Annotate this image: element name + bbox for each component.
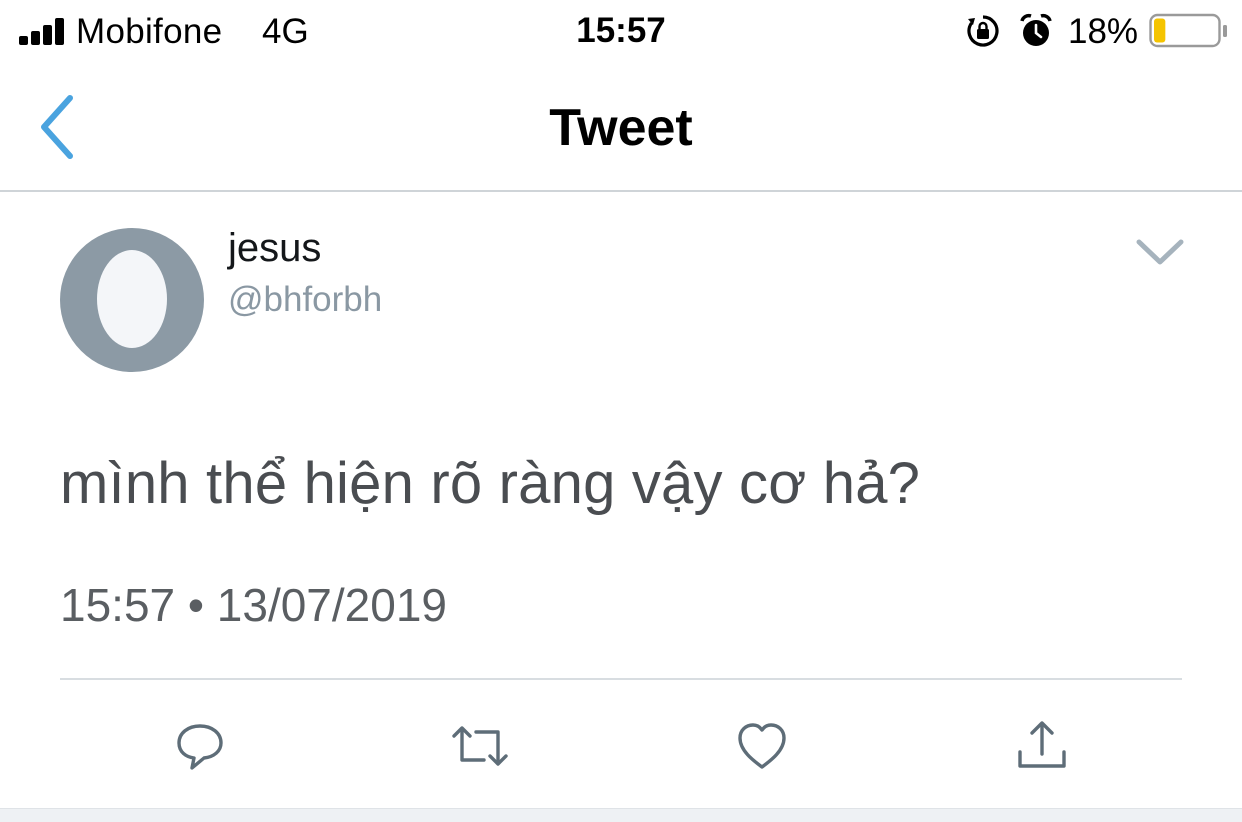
chevron-down-icon[interactable] — [1134, 234, 1186, 270]
reply-icon — [177, 724, 223, 770]
alarm-icon — [1020, 13, 1052, 46]
nav-bar: Tweet — [0, 64, 1242, 192]
user-handle[interactable]: @bhforbh — [228, 280, 382, 320]
page-title: Tweet — [549, 99, 693, 157]
battery-icon — [1149, 13, 1227, 48]
tweet-timestamp: 15:57 • 13/07/2019 — [60, 579, 448, 631]
like-button[interactable] — [732, 716, 792, 776]
bottom-edge — [0, 808, 1242, 822]
user-display-name[interactable]: jesus — [228, 226, 321, 271]
divider — [60, 678, 1182, 680]
share-icon — [1018, 721, 1066, 768]
retweet-button[interactable] — [450, 716, 510, 776]
heart-icon — [738, 723, 786, 769]
avatar[interactable] — [60, 228, 204, 372]
status-bar: Mobifone 4G 15:57 18% — [0, 0, 1242, 64]
retweet-icon — [452, 726, 508, 766]
share-button[interactable] — [1012, 716, 1072, 776]
status-time: 15:57 — [576, 11, 666, 50]
battery-percentage: 18% — [1068, 12, 1139, 51]
egg-avatar-icon — [97, 250, 167, 348]
orientation-lock-icon — [967, 15, 999, 47]
tweet-text: mình thể hiện rõ ràng vậy cơ hả? — [60, 451, 921, 516]
reply-button[interactable] — [170, 716, 230, 776]
